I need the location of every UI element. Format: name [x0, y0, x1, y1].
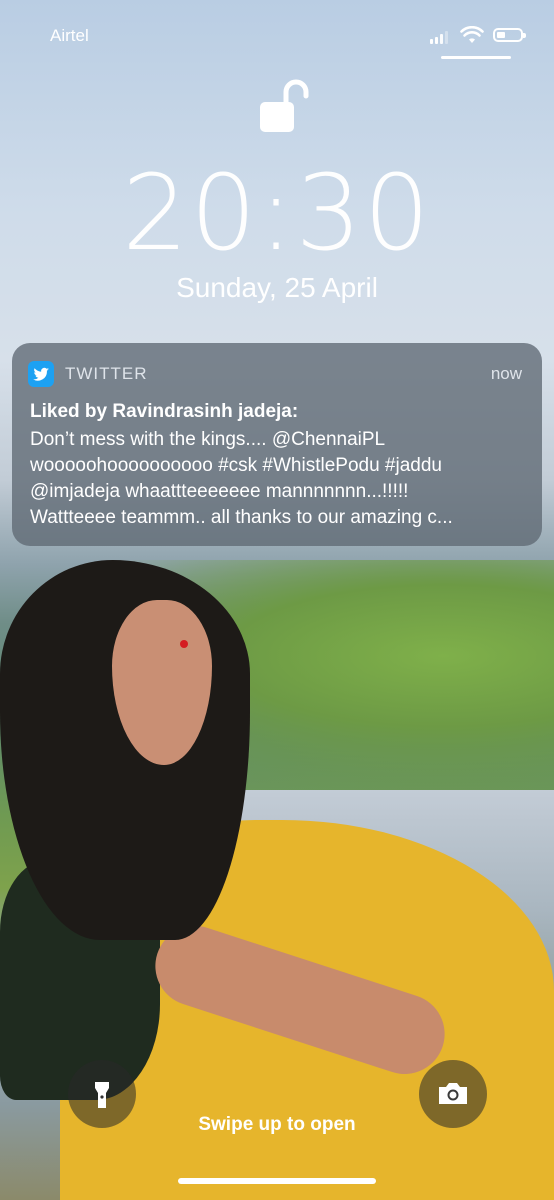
wallpaper-bindi	[180, 640, 188, 648]
wallpaper-hair	[0, 560, 250, 940]
clock-time: 20:30	[122, 152, 432, 274]
lock-screen: Airtel 20:30 Sunday, 25 April TWITTER no…	[0, 0, 554, 1200]
swipe-up-hint: Swipe up to open	[198, 1114, 356, 1135]
wifi-icon	[460, 26, 484, 43]
notification-body-line: Wattteeee teammm.. all thanks to our ama…	[30, 507, 453, 528]
notification-body-line: wooooohoooooooooo #csk #WhistlePodu #jad…	[30, 455, 442, 476]
notification-app-name: TWITTER	[65, 364, 148, 383]
carrier-name: Airtel	[50, 26, 89, 45]
unlocked-padlock-icon	[260, 79, 309, 132]
clock-date: Sunday, 25 April	[176, 272, 378, 303]
signal-icon	[430, 31, 448, 44]
home-indicator[interactable]	[178, 1178, 376, 1184]
battery-icon	[493, 28, 526, 42]
notification-timestamp: now	[490, 364, 522, 383]
notification-body-line: Don’t mess with the kings.... @ChennaiPL	[30, 429, 386, 450]
control-center-indicator[interactable]	[441, 56, 511, 59]
status-bar: Airtel	[0, 26, 554, 50]
notification-body-line: @imjadeja whaattteeeeeee mannnnnnn...!!!…	[30, 481, 409, 502]
twitter-notification[interactable]: TWITTER now Liked by Ravindrasinh jadeja…	[12, 343, 542, 546]
notification-title: Liked by Ravindrasinh jadeja:	[30, 401, 299, 422]
notification-header: TWITTER now	[28, 361, 522, 387]
twitter-bird-icon	[28, 361, 54, 387]
